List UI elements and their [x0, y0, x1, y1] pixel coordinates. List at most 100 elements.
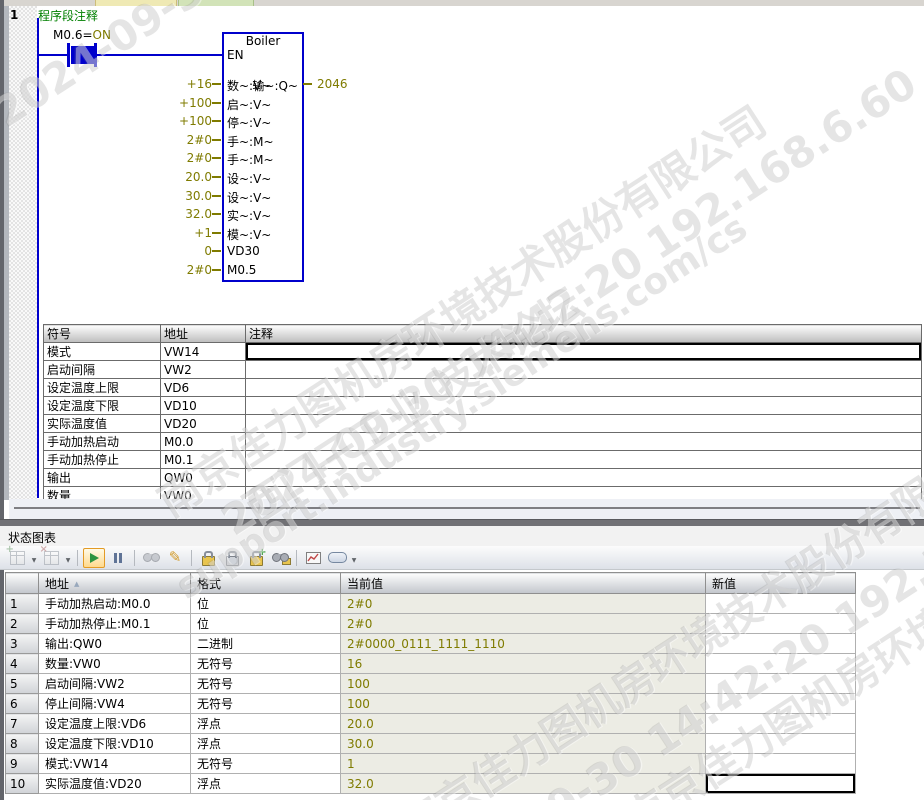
row-number[interactable]: 6 [5, 693, 39, 714]
comment-cell-selected[interactable] [245, 342, 922, 361]
address-cell[interactable]: VD6 [160, 378, 246, 397]
format-cell[interactable]: 浮点 [190, 713, 341, 734]
address-cell[interactable]: VW2 [160, 360, 246, 379]
comment-cell[interactable] [245, 414, 922, 433]
format-cell[interactable]: 无符号 [190, 753, 341, 774]
horizontal-scrollbar[interactable] [9, 499, 924, 519]
address-cell[interactable]: 输出:QW0 [38, 633, 191, 654]
new-value-cell[interactable] [705, 653, 856, 674]
comment-cell[interactable] [245, 450, 922, 469]
new-value-cell[interactable] [705, 733, 856, 754]
delete-row-button[interactable] [40, 548, 62, 568]
pin-tick [212, 213, 221, 215]
format-cell[interactable]: 位 [190, 593, 341, 614]
symbol-cell[interactable]: 启动间隔 [43, 360, 161, 379]
format-cell[interactable]: 无符号 [190, 693, 341, 714]
address-header[interactable]: 地址 [160, 324, 246, 343]
write-button[interactable]: ✎ [164, 548, 186, 568]
format-cell[interactable]: 二进制 [190, 633, 341, 654]
symbol-cell[interactable]: 模式 [43, 342, 161, 361]
address-cell[interactable]: VW14 [160, 342, 246, 361]
new-value-cell[interactable] [705, 693, 856, 714]
pause-chart-button[interactable] [107, 548, 129, 568]
comment-cell[interactable] [245, 360, 922, 379]
chart-status-on-button[interactable] [83, 547, 105, 568]
comment-cell[interactable] [245, 396, 922, 415]
new-value-cell[interactable] [705, 713, 856, 734]
format-cell[interactable]: 无符号 [190, 653, 341, 674]
new-value-cell[interactable] [705, 673, 856, 694]
new-value-cell[interactable] [705, 613, 856, 634]
new-value-cell[interactable] [705, 753, 856, 774]
row-number[interactable]: 7 [5, 713, 39, 734]
pin-label: 模~:V~ [227, 228, 272, 242]
delete-row-icon [43, 550, 59, 565]
row-number[interactable]: 9 [5, 753, 39, 774]
new-value-cell[interactable] [705, 593, 856, 614]
horizontal-scrollbar-thumb[interactable] [14, 507, 920, 509]
address-cell[interactable]: 设定温度下限:VD10 [38, 733, 191, 754]
row-number[interactable]: 10 [5, 773, 39, 794]
format-cell[interactable]: 无符号 [190, 673, 341, 694]
address-cell[interactable]: M0.1 [160, 450, 246, 469]
force-button[interactable] [197, 548, 219, 568]
address-cell[interactable]: M0.0 [160, 432, 246, 451]
unforce-button[interactable] [221, 548, 243, 568]
symbol-cell[interactable]: 设定温度下限 [43, 396, 161, 415]
new-value-column-header[interactable]: 新值 [705, 572, 856, 594]
symbol-cell[interactable]: 手动加热停止 [43, 450, 161, 469]
read-forced-button[interactable] [269, 548, 291, 568]
insert-row-button[interactable] [6, 548, 28, 568]
insert-row-dropdown[interactable] [30, 551, 38, 565]
format-column-header[interactable]: 格式 [190, 572, 341, 594]
address-cell[interactable]: 手动加热停止:M0.1 [38, 613, 191, 634]
current-value-cell: 20.0 [340, 713, 706, 734]
row-number[interactable]: 8 [5, 733, 39, 754]
new-value-cell[interactable] [705, 633, 856, 654]
address-cell[interactable]: QW0 [160, 468, 246, 487]
bookmark-dropdown[interactable] [350, 551, 358, 565]
comment-cell[interactable] [245, 432, 922, 451]
trend-view-button[interactable] [302, 548, 324, 568]
address-cell[interactable]: 手动加热启动:M0.0 [38, 593, 191, 614]
read-button[interactable] [140, 548, 162, 568]
new-value-cell-selected[interactable] [705, 773, 856, 794]
comment-header[interactable]: 注释 [245, 324, 922, 343]
symbol-cell[interactable]: 手动加热启动 [43, 432, 161, 451]
format-cell[interactable]: 浮点 [190, 773, 341, 794]
row-number[interactable]: 5 [5, 673, 39, 694]
contact-status-value: ON [92, 28, 111, 42]
address-cell[interactable]: 实际温度值:VD20 [38, 773, 191, 794]
address-cell[interactable]: 启动间隔:VW2 [38, 673, 191, 694]
comment-cell[interactable] [245, 468, 922, 487]
table-row: 8 设定温度下限:VD10 浮点 30.0 [5, 733, 856, 754]
symbol-cell[interactable]: 实际温度值 [43, 414, 161, 433]
address-cell[interactable]: 模式:VW14 [38, 753, 191, 774]
status-chart-titlebar: 状态图表 [0, 526, 924, 547]
contact-address: M0.6= [53, 28, 93, 42]
row-number[interactable]: 4 [5, 653, 39, 674]
symbol-header[interactable]: 符号 [43, 324, 161, 343]
address-cell[interactable]: 停止间隔:VW4 [38, 693, 191, 714]
comment-cell[interactable] [245, 378, 922, 397]
address-cell[interactable]: VD20 [160, 414, 246, 433]
symbol-cell[interactable]: 输出 [43, 468, 161, 487]
format-cell[interactable]: 位 [190, 613, 341, 634]
current-value-column-header[interactable]: 当前值 [340, 572, 706, 594]
delete-row-dropdown[interactable] [64, 551, 72, 565]
trend-view-icon [305, 551, 321, 564]
network-comment[interactable]: 程序段注释 [38, 7, 98, 24]
bookmark-button[interactable] [326, 548, 348, 568]
corner-header [5, 572, 39, 594]
address-cell[interactable]: 设定温度上限:VD6 [38, 713, 191, 734]
address-cell[interactable]: 数量:VW0 [38, 653, 191, 674]
format-cell[interactable]: 浮点 [190, 733, 341, 754]
row-number[interactable]: 3 [5, 633, 39, 654]
row-number[interactable]: 2 [5, 613, 39, 634]
contact-energized-fill[interactable] [71, 46, 94, 64]
unforce-all-button[interactable]: + [245, 547, 267, 568]
row-number[interactable]: 1 [5, 593, 39, 614]
address-cell[interactable]: VD10 [160, 396, 246, 415]
address-column-header[interactable]: 地址 [38, 572, 191, 594]
symbol-cell[interactable]: 设定温度上限 [43, 378, 161, 397]
